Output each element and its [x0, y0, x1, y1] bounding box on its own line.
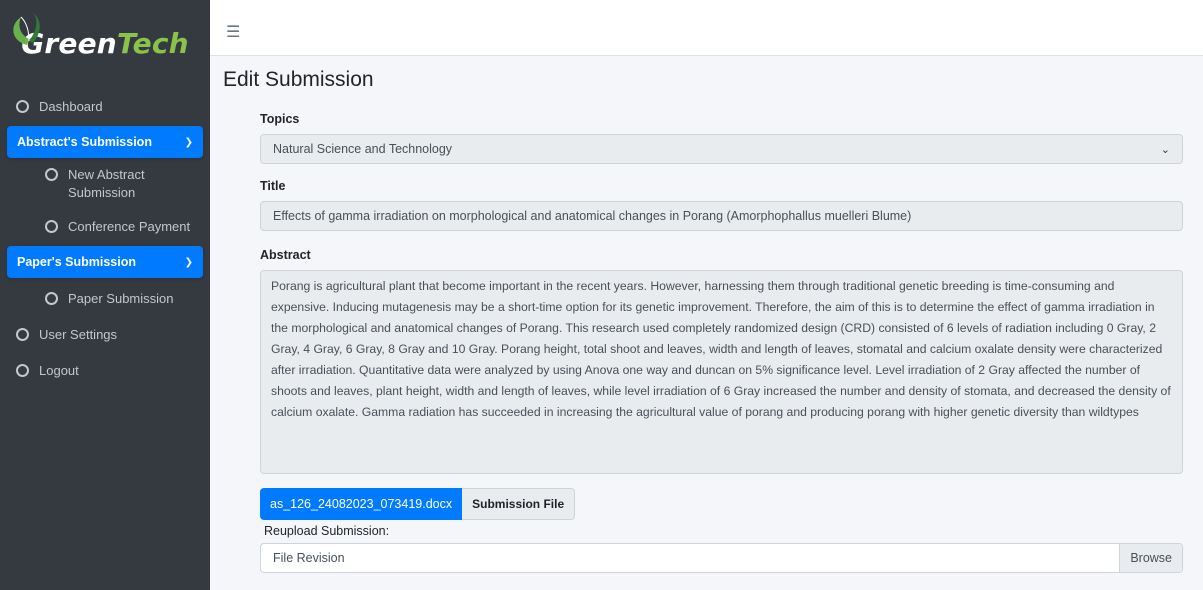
- title-input[interactable]: Effects of gamma irradiation on morpholo…: [260, 201, 1183, 231]
- chevron-down-icon: ❯: [184, 136, 193, 148]
- sidebar-item-paper-submission[interactable]: Paper Submission: [0, 280, 210, 316]
- sidebar-item-label: Abstract's Submission: [17, 135, 152, 149]
- page-title: Edit Submission: [223, 68, 374, 91]
- circle-icon: [45, 219, 58, 233]
- circle-icon: [45, 168, 58, 181]
- sidebar-item-conference-payment[interactable]: Conference Payment: [0, 208, 210, 244]
- sidebar-item-user-settings[interactable]: User Settings: [0, 316, 210, 352]
- file-revision-input[interactable]: File Revision Browse: [260, 543, 1183, 573]
- title-value: Effects of gamma irradiation on morpholo…: [273, 209, 912, 223]
- abstract-label: Abstract: [260, 248, 311, 262]
- sidebar-item-label: Paper Submission: [68, 290, 174, 306]
- circle-icon: [16, 363, 29, 377]
- sidebar-item-label: Dashboard: [39, 98, 103, 114]
- main-content: Edit Submission Topics Natural Science a…: [210, 56, 1203, 590]
- edit-submission-form: Topics Natural Science and Technology ⌄ …: [260, 112, 1183, 573]
- greentech-logo: Green Tech: [13, 12, 189, 60]
- brand-name-tech: Tech: [116, 26, 189, 60]
- circle-icon: [16, 99, 29, 113]
- sidebar-item-dashboard[interactable]: Dashboard: [0, 88, 210, 124]
- sidebar-item-label: Conference Payment: [68, 218, 191, 234]
- sidebar-item-label: User Settings: [39, 326, 118, 342]
- sidebar-nav: Dashboard Abstract's Submission ❯ New Ab…: [0, 80, 210, 388]
- abstract-value: Porang is agricultural plant that become…: [271, 279, 1171, 419]
- chevron-down-icon: ⌄: [1160, 143, 1170, 156]
- circle-icon: [16, 327, 29, 341]
- browse-button[interactable]: Browse: [1119, 544, 1182, 572]
- sidebar-group-paper-submission[interactable]: Paper's Submission ❯: [7, 246, 203, 278]
- leaf-icon: [13, 12, 41, 45]
- sidebar-item-label: Logout: [39, 362, 79, 378]
- topics-selected-value: Natural Science and Technology: [273, 142, 453, 156]
- reupload-label: Reupload Submission:: [264, 524, 390, 538]
- brand[interactable]: Green Tech: [0, 0, 210, 80]
- submission-file-row: as_126_24082023_073419.docx Submission F…: [260, 488, 1183, 520]
- sidebar-item-label: New Abstract Submission: [68, 167, 145, 200]
- title-label: Title: [260, 179, 286, 193]
- sidebar-item-logout[interactable]: Logout: [0, 352, 210, 388]
- sidebar: Green Tech Dashboard Abstract's Submissio…: [0, 0, 210, 590]
- submission-file-tag: Submission File: [462, 488, 576, 520]
- sidebar-item-new-abstract-submission[interactable]: New Abstract Submission: [0, 160, 210, 208]
- chevron-down-icon: ❯: [184, 256, 193, 268]
- sidebar-group-abstract-submission[interactable]: Abstract's Submission ❯: [7, 126, 203, 158]
- sidebar-item-label: Paper's Submission: [17, 255, 136, 269]
- circle-icon: [45, 291, 58, 305]
- topics-select[interactable]: Natural Science and Technology ⌄: [260, 134, 1183, 164]
- hamburger-menu-icon[interactable]: ☰: [226, 22, 240, 42]
- topics-label: Topics: [260, 112, 300, 126]
- submission-file-link[interactable]: as_126_24082023_073419.docx: [260, 488, 463, 520]
- abstract-textarea[interactable]: Porang is agricultural plant that become…: [260, 270, 1183, 474]
- file-revision-placeholder: File Revision: [273, 551, 345, 565]
- top-navbar: ☰: [210, 0, 1203, 56]
